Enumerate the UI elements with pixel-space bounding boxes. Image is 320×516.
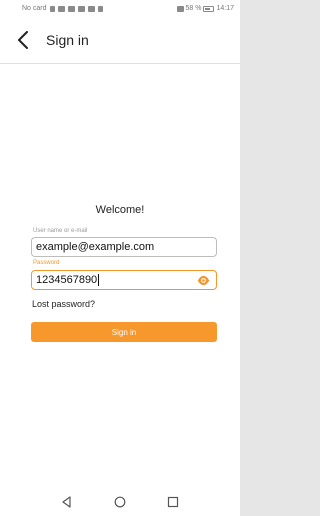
status-right: 58 % 14:17: [176, 5, 234, 12]
app-bar: Sign in: [0, 17, 240, 64]
lost-password-link[interactable]: Lost password?: [32, 299, 95, 309]
battery-icon: [203, 5, 215, 12]
back-button[interactable]: [10, 25, 36, 55]
notification-icon: [77, 5, 85, 12]
location-icon: [97, 5, 103, 12]
status-left: No card: [22, 5, 103, 12]
battery-text: 58 %: [185, 5, 202, 12]
phone-screen: No card 58 % 14:17 Sign in Welcome! User…: [0, 0, 240, 516]
password-label: Password: [33, 260, 60, 266]
nav-recents-button[interactable]: [166, 495, 180, 509]
vibrate-icon: [67, 5, 75, 12]
sign-in-button[interactable]: Sign in: [31, 322, 217, 342]
carrier-text: No card: [22, 5, 47, 12]
nav-back-button[interactable]: [60, 495, 74, 509]
clock-text: 14:17: [216, 5, 234, 12]
nfc-icon: [176, 5, 184, 12]
nav-home-button[interactable]: [113, 495, 127, 509]
eye-icon: [197, 276, 210, 285]
square-recents-icon: [168, 496, 179, 508]
sim-icon: [49, 5, 55, 12]
system-nav-bar: [0, 488, 240, 516]
password-field[interactable]: 1234567890: [31, 270, 217, 290]
username-field[interactable]: example@example.com: [31, 237, 217, 257]
username-label: User name or e-mail: [33, 228, 88, 234]
password-visibility-toggle[interactable]: [197, 275, 210, 286]
triangle-back-icon: [62, 496, 71, 508]
password-value: 1234567890: [36, 274, 98, 286]
image-icon: [87, 5, 95, 12]
status-bar: No card 58 % 14:17: [0, 0, 240, 17]
wifi-icon: [57, 5, 65, 12]
welcome-heading: Welcome!: [95, 204, 145, 216]
username-value: example@example.com: [36, 241, 155, 253]
sign-in-button-label: Sign in: [111, 327, 137, 337]
page-title: Sign in: [46, 32, 89, 48]
circle-home-icon: [114, 496, 126, 508]
chevron-left-icon: [18, 31, 28, 49]
text-caret: [98, 274, 100, 286]
